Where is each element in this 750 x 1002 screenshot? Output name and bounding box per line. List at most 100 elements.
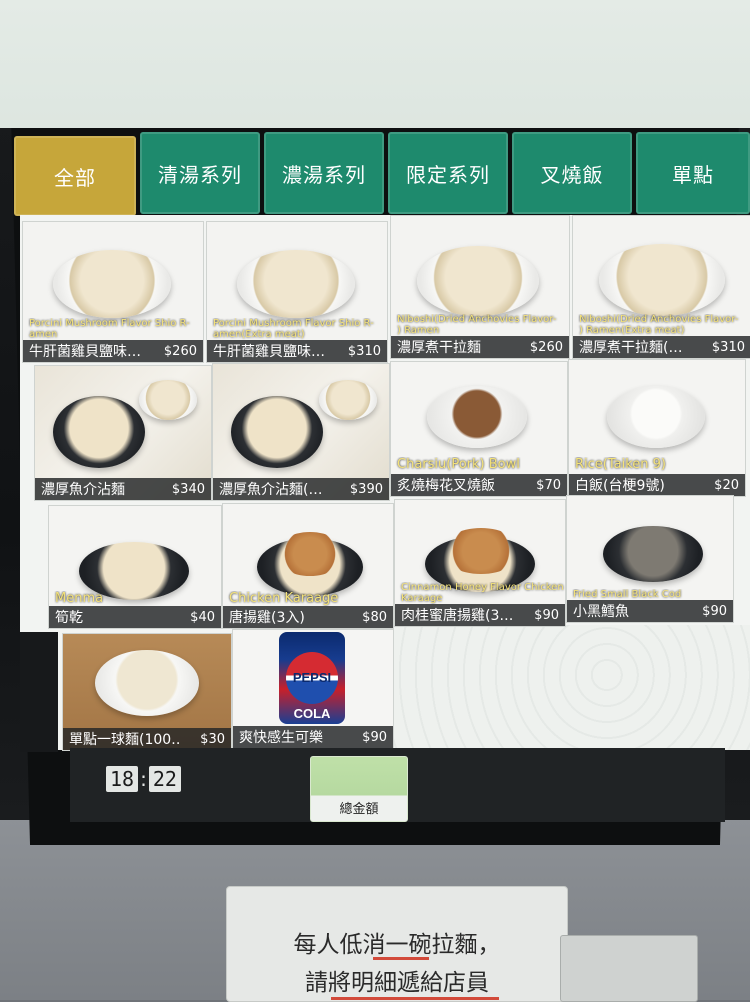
menu-item-niboshi-ramen[interactable]: Niboshi(Dried Anchovies Flavor-) Ramen 濃… — [390, 215, 570, 359]
item-price: $30 — [200, 731, 225, 747]
item-name: 爽快感生可樂 — [239, 730, 323, 746]
item-price: $80 — [362, 609, 387, 625]
total-amount-button[interactable]: 總金額 — [310, 756, 408, 822]
karaage-image — [275, 532, 345, 576]
item-price: $310 — [711, 339, 745, 355]
item-price-bar: 肉桂蜜唐揚雞(3… $90 — [395, 604, 565, 626]
item-name: 唐揚雞(3入) — [229, 610, 305, 626]
item-english-name: Niboshi(Dried Anchovies Flavor-) Ramen — [397, 314, 557, 336]
sign-line-2: 請將明細遞給店員 — [305, 970, 489, 996]
pepsi-brand-text: PEPSI — [292, 670, 332, 685]
item-english-name: Niboshi(Dried Anchovies Flavor-) Ramen(E… — [579, 314, 739, 336]
item-price: $260 — [163, 343, 197, 359]
screen-shadow — [20, 632, 58, 752]
menu-item-fried-black-cod[interactable]: Fried Small Black Cod 小黑鱈魚 $90 — [566, 495, 734, 623]
tab-charsiu-rice[interactable]: 叉燒飯 — [512, 132, 632, 214]
menu-item-chicken-karaage[interactable]: Chicken Karaage 唐揚雞(3入) $80 — [222, 503, 394, 629]
item-english-name: Rice(Taiken 9) — [575, 457, 667, 472]
item-price-bar: 牛肝菌雞貝鹽味… $260 — [23, 340, 203, 362]
tab-all[interactable]: 全部 — [14, 136, 136, 216]
total-amount-label: 總金額 — [339, 802, 379, 817]
empty-grid-area — [392, 625, 750, 750]
menu-item-tsukemen-extra[interactable]: 濃厚魚介沾麵(… $390 — [212, 363, 390, 501]
item-name: 濃厚魚介沾麵(… — [219, 482, 323, 498]
item-english-name: Cinnamon Honey Flavor Chicken Karaage — [401, 582, 564, 604]
dipping-soup-image — [319, 380, 377, 420]
cola-text: COLA — [293, 706, 331, 721]
item-name: 小黑鱈魚 — [573, 604, 629, 620]
item-name: 單點一球麵(100… — [69, 732, 182, 748]
item-price: $260 — [529, 339, 563, 355]
item-name: 肉桂蜜唐揚雞(3… — [401, 608, 514, 624]
clock-minutes: 22 — [148, 766, 181, 792]
menu-grid: Porcini Mushroom Flavor Shio R-amen 牛肝菌雞… — [20, 215, 750, 751]
item-price: $40 — [190, 609, 215, 625]
item-price-bar: 唐揚雞(3入) $80 — [223, 606, 393, 628]
item-price-bar: 炙燒梅花叉燒飯 $70 — [391, 474, 567, 496]
ramen-bowl-image — [599, 244, 725, 316]
menu-item-porcini-shio-ramen-extra[interactable]: Porcini Mushroom Flavor Shio R-amen(Extr… — [206, 221, 388, 363]
clock-separator: : — [140, 767, 147, 791]
item-name: 濃厚煮干拉麵(… — [579, 340, 683, 356]
menu-item-tsukemen[interactable]: 濃厚魚介沾麵 $340 — [34, 365, 212, 501]
item-name: 白飯(台梗9號) — [575, 478, 665, 494]
karaage-image — [441, 528, 521, 574]
item-english-name: Menma — [55, 591, 104, 606]
item-price-bar: 爽快感生可樂 $90 — [233, 726, 393, 748]
sign-line-1: 每人低消一碗拉麵， — [293, 932, 501, 958]
menu-item-menma[interactable]: Menma 筍乾 $40 — [48, 505, 222, 629]
item-price: $90 — [534, 607, 559, 623]
item-price: $390 — [349, 481, 383, 497]
item-price-bar: 筍乾 $40 — [49, 606, 221, 628]
tsukemen-bowl-image — [231, 396, 323, 468]
item-price-bar: 濃厚煮干拉麵 $260 — [391, 336, 569, 358]
kiosk-footer: 18 : 22 總金額 — [70, 748, 725, 822]
tab-clear-soup[interactable]: 清湯系列 — [140, 132, 260, 214]
menu-item-cinnamon-karaage[interactable]: Cinnamon Honey Flavor Chicken Karaage 肉桂蜜… — [394, 499, 566, 627]
menu-item-charsiu-bowl[interactable]: Charsiu(Pork) Bowl 炙燒梅花叉燒飯 $70 — [390, 361, 568, 497]
tab-rich-soup[interactable]: 濃湯系列 — [264, 132, 384, 214]
rice-bowl-image — [607, 386, 705, 448]
screen-header-band — [0, 0, 750, 128]
item-name: 筍乾 — [55, 610, 83, 626]
noodle-plate-image — [95, 650, 199, 716]
item-english-name: Chicken Karaage — [229, 591, 339, 606]
item-price-bar: 小黑鱈魚 $90 — [567, 600, 733, 622]
item-english-name: Fried Small Black Cod — [573, 589, 682, 600]
clock-hours: 18 — [106, 766, 139, 792]
menu-item-porcini-shio-ramen[interactable]: Porcini Mushroom Flavor Shio R-amen 牛肝菌雞… — [22, 221, 204, 363]
item-name: 炙燒梅花叉燒飯 — [397, 478, 495, 494]
item-price: $90 — [362, 729, 387, 745]
item-price-bar: 牛肝菌雞貝鹽味… $310 — [207, 340, 387, 362]
rice-bowl-image — [427, 386, 527, 448]
item-price: $20 — [714, 477, 739, 493]
menu-item-rice[interactable]: Rice(Taiken 9) 白飯(台梗9號) $20 — [568, 359, 746, 497]
pepsi-can-image: PEPSI COLA — [279, 632, 345, 724]
tab-limited[interactable]: 限定系列 — [388, 132, 508, 214]
item-price-bar: 單點一球麵(100… $30 — [63, 728, 231, 750]
ramen-bowl-image — [417, 246, 539, 316]
menu-item-pepsi-cola[interactable]: PEPSI COLA 爽快感生可樂 $90 — [232, 629, 394, 749]
category-tabs: 全部 清湯系列 濃湯系列 限定系列 叉燒飯 單點 — [14, 128, 750, 220]
item-price: $90 — [702, 603, 727, 619]
ramen-bowl-image — [53, 250, 171, 318]
clock: 18 : 22 — [106, 766, 181, 792]
tsukemen-bowl-image — [53, 396, 145, 468]
item-english-name: Charsiu(Pork) Bowl — [397, 457, 520, 472]
item-price-bar: 濃厚魚介沾麵(… $390 — [213, 478, 389, 500]
minimum-order-sign: 每人低消一碗拉麵， 請將明細遞給店員 — [226, 886, 568, 1002]
item-price-bar: 白飯(台梗9號) $20 — [569, 474, 745, 496]
tab-a-la-carte[interactable]: 單點 — [636, 132, 750, 214]
item-price: $70 — [536, 477, 561, 493]
sign-underline — [373, 957, 429, 960]
item-name: 濃厚煮干拉麵 — [397, 340, 481, 356]
item-name: 濃厚魚介沾麵 — [41, 482, 125, 498]
dipping-soup-image — [139, 380, 197, 420]
item-name: 牛肝菌雞貝鹽味… — [213, 344, 325, 360]
item-english-name: Porcini Mushroom Flavor Shio R-amen(Extr… — [213, 318, 374, 340]
item-price-bar: 濃厚煮干拉麵(… $310 — [573, 336, 750, 358]
menu-item-extra-noodles[interactable]: 單點一球麵(100… $30 — [62, 633, 232, 751]
menu-item-niboshi-ramen-extra[interactable]: Niboshi(Dried Anchovies Flavor-) Ramen(E… — [572, 215, 750, 359]
wall-outlet — [560, 935, 698, 1002]
item-english-name: Porcini Mushroom Flavor Shio R-amen — [29, 318, 190, 340]
